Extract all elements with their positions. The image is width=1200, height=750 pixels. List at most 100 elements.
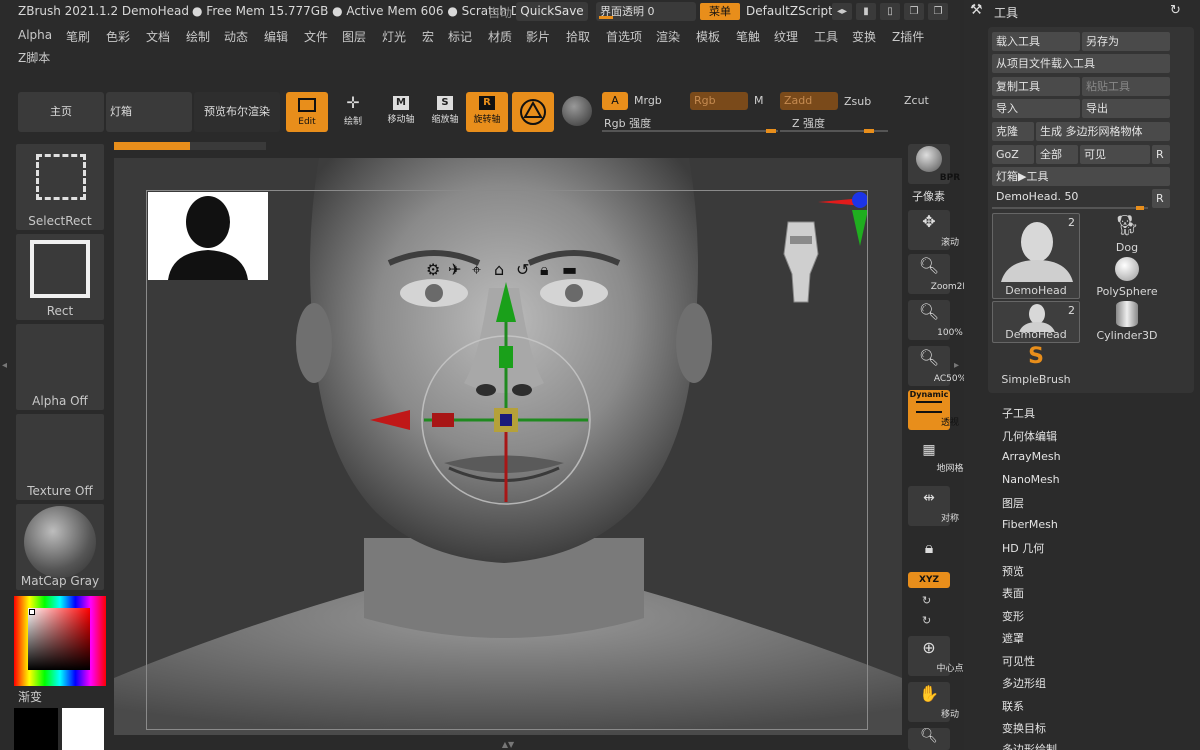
perspective-button[interactable]: Dynamic 透视: [908, 390, 959, 430]
tool-slider[interactable]: DemoHead. 50: [992, 189, 1148, 210]
scroll-button[interactable]: ✥ 滚动: [908, 210, 959, 250]
draw-button[interactable]: ✛ 绘制: [334, 92, 372, 132]
home-button[interactable]: 主页: [18, 92, 104, 132]
gizmo-lock-icon[interactable]: 🔒︎: [540, 260, 549, 280]
menu-zplugin[interactable]: Z插件: [892, 28, 924, 45]
actual-size-button[interactable]: 🔍︎ 100%: [908, 300, 963, 340]
gizmo-settings-icon[interactable]: ⚙: [426, 260, 440, 279]
bpr-button[interactable]: BPR: [908, 144, 960, 184]
transform-gizmo[interactable]: [364, 278, 624, 518]
goz-reset-button[interactable]: R: [1152, 145, 1170, 164]
menu-light[interactable]: 灯光: [382, 28, 406, 45]
menu-texture[interactable]: 纹理: [774, 28, 798, 45]
subpalette-nanomesh[interactable]: NanoMesh: [1002, 473, 1060, 486]
subpalette-arraymesh[interactable]: ArrayMesh: [1002, 450, 1061, 463]
zcut-button[interactable]: Zcut: [904, 94, 929, 107]
alpha-off-button[interactable]: Alpha Off: [16, 324, 104, 410]
center-point-button[interactable]: ⊕ 中心点: [908, 636, 964, 676]
quicksave-button[interactable]: QuickSave: [516, 2, 588, 21]
subpalette-polypaint[interactable]: 多边形绘制: [1002, 741, 1057, 750]
zoom2d-button[interactable]: 🔍︎ Zoom2D: [908, 254, 969, 294]
tool-thumb-demohead[interactable]: 2 DemoHead: [992, 213, 1080, 299]
menu-document[interactable]: 文档: [146, 28, 170, 45]
edit-mode-button[interactable]: Edit: [286, 92, 328, 132]
color-picker[interactable]: [14, 596, 106, 686]
subpalette-polygroups[interactable]: 多边形组: [1002, 675, 1046, 691]
tool-thumb-cylinder3d[interactable]: Cylinder3D: [1084, 301, 1170, 343]
clone-button[interactable]: 克隆: [992, 122, 1034, 141]
move-view-button[interactable]: ✋ 移动: [908, 682, 959, 722]
move-axis-button[interactable]: M 移动轴: [382, 92, 420, 132]
tool-thumb-dog[interactable]: 🐕︎ Dog: [1084, 213, 1170, 255]
subpixel-label[interactable]: 子像素: [912, 188, 945, 204]
export-button[interactable]: 导出: [1082, 99, 1170, 118]
menu-stroke[interactable]: 笔触: [736, 28, 760, 45]
xyz-rotate-button[interactable]: XYZ: [908, 572, 950, 588]
symmetry-button[interactable]: ⇹ 对称: [908, 486, 959, 526]
bottom-tray-toggle-icon[interactable]: ▲▼: [496, 740, 520, 750]
menu-edit[interactable]: 编辑: [264, 28, 288, 45]
tool-thumb-simplebrush[interactable]: S SimpleBrush: [992, 345, 1080, 387]
scale-axis-button[interactable]: S 缩放轴: [426, 92, 464, 132]
gizmo-reset-icon[interactable]: ↺: [516, 260, 529, 279]
rotate-axis-button[interactable]: R 旋转轴: [466, 92, 508, 132]
save-as-button[interactable]: 另存为: [1082, 32, 1170, 51]
left-tray-toggle-icon[interactable]: ◂: [2, 360, 10, 384]
menu-macro[interactable]: 宏: [422, 28, 434, 45]
mrgb-button[interactable]: Mrgb: [634, 94, 662, 107]
load-from-project-button[interactable]: 从项目文件载入工具: [992, 54, 1170, 73]
paste-tool-button[interactable]: 粘贴工具: [1082, 77, 1170, 96]
menu-layer[interactable]: 图层: [342, 28, 366, 45]
matcap-button[interactable]: MatCap Gray: [16, 504, 104, 590]
tool-thumb-demohead-2[interactable]: 2 DemoHead: [992, 301, 1080, 343]
gizmo-home-icon[interactable]: ⌂: [494, 260, 504, 279]
subpalette-masking[interactable]: 遮罩: [1002, 630, 1024, 646]
gradient-label[interactable]: 渐变: [18, 688, 42, 705]
color-picker-sv[interactable]: [28, 608, 90, 670]
gizmo-mesh-icon[interactable]: ▬: [562, 260, 577, 279]
make-polymesh-button[interactable]: 生成 多边形网格物体: [1036, 122, 1170, 141]
menu-material[interactable]: 材质: [488, 28, 512, 45]
primary-color-swatch[interactable]: [62, 708, 104, 750]
menu-draw[interactable]: 绘制: [186, 28, 210, 45]
menu-picker[interactable]: 拾取: [566, 28, 590, 45]
menu-preferences[interactable]: 首选项: [606, 28, 642, 45]
material-sphere-icon[interactable]: [562, 96, 592, 126]
copy-tool-button[interactable]: 复制工具: [992, 77, 1080, 96]
gizmo-pin-icon[interactable]: ✈: [448, 260, 461, 279]
subpalette-surface[interactable]: 表面: [1002, 585, 1024, 601]
texture-off-button[interactable]: Texture Off: [16, 414, 104, 500]
rotate-y-icon[interactable]: ↻: [922, 594, 931, 607]
menu-dynamics[interactable]: 动态: [224, 28, 248, 45]
subpalette-layers[interactable]: 图层: [1002, 495, 1024, 511]
menu-color[interactable]: 色彩: [106, 28, 130, 45]
default-zscript-button[interactable]: DefaultZScript: [746, 4, 833, 18]
rgb-intensity-slider[interactable]: Rgb 强度: [602, 114, 778, 133]
zadd-button[interactable]: Zadd: [780, 92, 838, 110]
canvas-viewport[interactable]: ⚙ ✈ ⌖ ⌂ ↺ 🔒︎ ▬: [114, 158, 902, 735]
z-intensity-slider[interactable]: Z 强度: [780, 114, 888, 133]
load-tool-button[interactable]: 载入工具: [992, 32, 1080, 51]
mode-a-button[interactable]: A: [602, 92, 628, 110]
subpalette-hd-geometry[interactable]: HD 几何: [1002, 540, 1044, 556]
menu-brush[interactable]: 笔刷: [66, 28, 90, 45]
rotate-z-icon[interactable]: ↻: [922, 614, 931, 627]
lightbox-button[interactable]: 灯箱: [106, 92, 192, 132]
scroll-arrows-icon[interactable]: ◂▸: [832, 3, 852, 20]
subpalette-geometry[interactable]: 几何体编辑: [1002, 428, 1057, 444]
ac50-button[interactable]: 🔍︎ AC50%: [908, 346, 966, 386]
subpalette-visibility[interactable]: 可见性: [1002, 653, 1035, 669]
menu-file[interactable]: 文件: [304, 28, 328, 45]
goz-visible-button[interactable]: 可见: [1080, 145, 1150, 164]
ui-transparency-slider[interactable]: 界面透明 0: [596, 2, 696, 21]
window-layout-icon[interactable]: ❐: [928, 3, 948, 20]
subpalette-subtool[interactable]: 子工具: [1002, 405, 1035, 421]
menu-zscript[interactable]: Z脚本: [18, 49, 50, 66]
tool-slider-reset-button[interactable]: R: [1152, 189, 1170, 208]
silhouette-thumbnail[interactable]: [148, 192, 268, 280]
gizmo-location-icon[interactable]: ⌖: [472, 260, 481, 280]
secondary-color-swatch[interactable]: [14, 708, 58, 750]
m-button[interactable]: M: [754, 94, 764, 107]
panel-collapse-icon[interactable]: ▮: [856, 3, 876, 20]
reset-panel-icon[interactable]: ↻: [1170, 3, 1181, 18]
